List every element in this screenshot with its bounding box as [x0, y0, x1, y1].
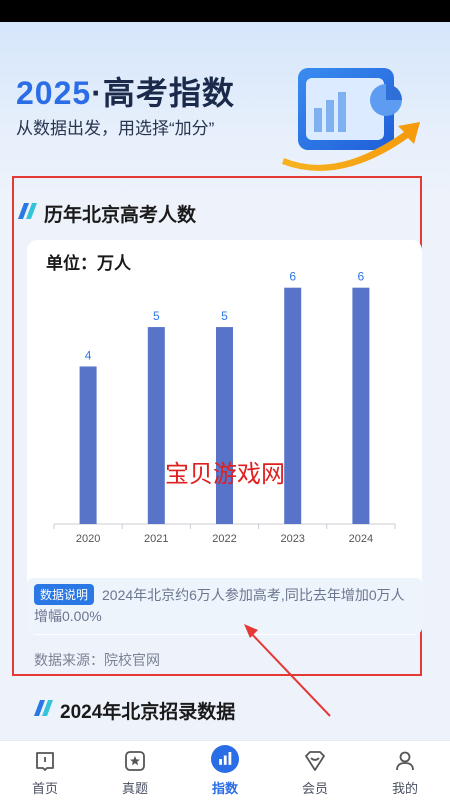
chart-illustration-icon	[282, 68, 420, 171]
tab-mine[interactable]: 我的	[360, 741, 450, 801]
tick-label-2024: 2024	[349, 533, 373, 545]
section-slash-icon	[18, 203, 37, 219]
section-title-exam-count: 历年北京高考人数	[44, 205, 197, 226]
bar-2023	[284, 287, 302, 524]
data-label-2022: 5	[221, 309, 228, 323]
bar-2024	[352, 287, 370, 524]
person-icon	[396, 751, 414, 771]
bar-2020	[79, 366, 97, 524]
tab-index[interactable]: 指数	[180, 741, 270, 801]
data-label-2023: 6	[289, 270, 296, 284]
vip-icon	[305, 751, 325, 771]
bar-2022	[216, 327, 233, 524]
tick-label-2023: 2023	[280, 533, 304, 545]
hero-subtitle: 从数据出发，用选择“加分”	[16, 119, 215, 138]
tab-label: 我的	[391, 781, 418, 796]
watermark: 宝贝游戏网	[165, 461, 285, 488]
home-icon	[36, 752, 54, 771]
data-label-2021: 5	[153, 309, 160, 323]
data-note-badge: 数据说明	[34, 584, 95, 605]
bottom-tab-bar: 首页 真题 指数 会员 我的	[0, 740, 450, 801]
hero-year: 2025	[16, 75, 92, 111]
tab-label: 会员	[301, 781, 328, 796]
bar-2021	[147, 327, 165, 524]
tab-label: 指数	[211, 781, 238, 796]
chart-icon	[211, 745, 239, 773]
tab-label: 真题	[121, 781, 148, 796]
tick-label-2021: 2021	[144, 533, 168, 545]
section-slash-icon	[34, 700, 53, 716]
data-label-2024: 6	[358, 270, 365, 284]
status-bar	[0, 0, 450, 22]
tick-label-2020: 2020	[76, 533, 100, 545]
bar-chart: 宝贝游戏网 4 2020 5 2021 5 2022 6 2023 6 2024	[53, 270, 396, 545]
annotation-arrow-icon	[244, 624, 331, 717]
hero-title-text: ·高考指数	[91, 75, 235, 111]
tab-label: 首页	[31, 781, 58, 796]
tick-label-2022: 2022	[212, 533, 236, 545]
section-title-admission: 2024年北京招录数据	[60, 702, 236, 723]
tab-home[interactable]: 首页	[0, 741, 90, 801]
data-label-2020: 4	[85, 348, 92, 362]
page-title: 2025·高考指数	[16, 68, 235, 114]
data-source: 数据来源：院校官网	[34, 652, 160, 668]
star-doc-icon	[125, 751, 145, 771]
tab-questions[interactable]: 真题	[90, 741, 180, 801]
tab-vip[interactable]: 会员	[270, 741, 360, 801]
